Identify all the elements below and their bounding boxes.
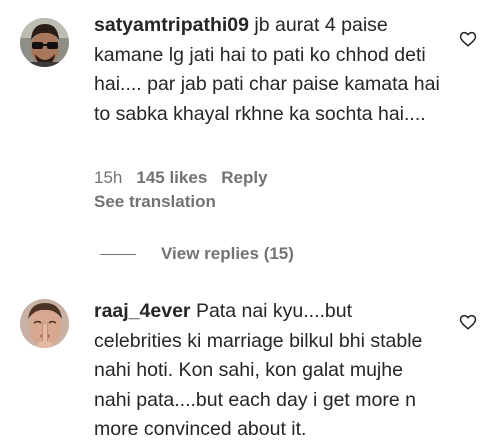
comment-body: raaj_4ever Pata nai kyu....but celebriti… <box>94 297 444 445</box>
shush-gesture-avatar-icon <box>20 299 69 348</box>
replies-divider-line <box>100 253 136 255</box>
comment-timestamp: 15h <box>94 168 123 187</box>
comment-username[interactable]: raaj_4ever <box>94 300 191 322</box>
view-replies-label: View replies (15) <box>161 244 294 263</box>
comment-meta: 15h 145 likes Reply <box>94 168 268 188</box>
user-avatar[interactable] <box>20 18 69 67</box>
heart-outline-icon[interactable] <box>459 313 477 331</box>
reply-button[interactable]: Reply <box>221 168 267 188</box>
comment-username[interactable]: satyamtripathi09 <box>94 14 249 36</box>
user-avatar[interactable] <box>20 299 69 348</box>
likes-count[interactable]: 145 likes <box>136 168 207 188</box>
sunglasses-man-avatar-icon <box>20 18 69 67</box>
comment-body: satyamtripathi09 jb aurat 4 paise kamane… <box>94 11 444 129</box>
heart-outline-icon[interactable] <box>459 30 477 48</box>
view-replies-button[interactable]: View replies (15) <box>100 242 294 266</box>
see-translation-link[interactable]: See translation <box>94 192 216 212</box>
